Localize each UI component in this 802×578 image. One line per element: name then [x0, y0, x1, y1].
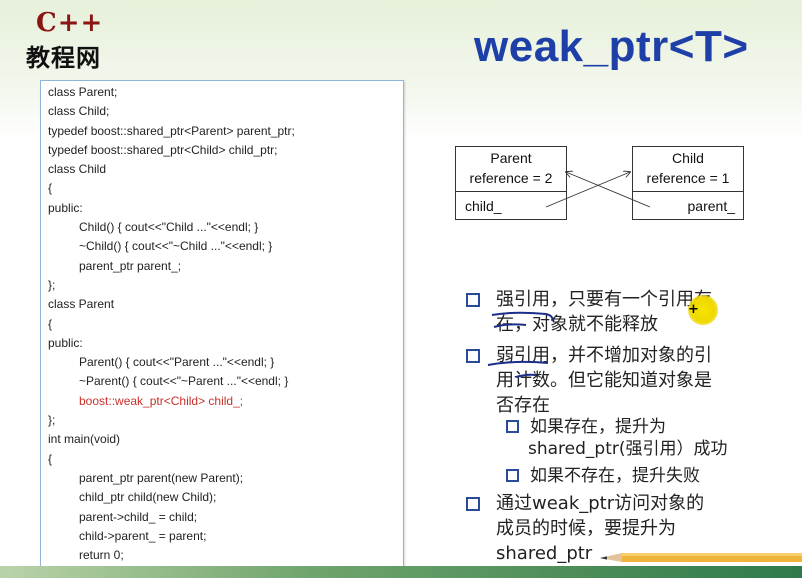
sub-bullet-exists-line1: 如果存在，提升为	[530, 417, 666, 437]
code-panel: class Parent;class Child;typedef boost::…	[40, 80, 404, 578]
code-line: class Child;	[48, 104, 110, 119]
parent-pointer-arrow	[566, 172, 651, 208]
code-listing: class Parent;class Child;typedef boost::…	[48, 83, 295, 578]
code-line: public:	[48, 335, 83, 350]
bullet-square-icon	[466, 293, 480, 307]
bullet-access-line2: 成员的时候，要提升为	[496, 518, 676, 539]
code-line: {	[48, 181, 53, 196]
code-line: };	[48, 413, 56, 428]
logo-site-name: 教程网	[26, 44, 101, 72]
slide: C++ 教程网 weak_ptr<T> class Parent;class C…	[0, 0, 802, 578]
bullet-access-line3: shared_ptr	[496, 543, 593, 564]
sub-bullet-square-icon	[506, 420, 519, 433]
sub-bullet-not-exists-text: 如果不存在，提升失败	[530, 466, 700, 486]
code-line: class Parent	[48, 297, 115, 312]
logo: C++ 教程网	[14, 8, 114, 72]
code-line: Child() { cout<<"Child ..."<<endl; }	[79, 220, 259, 235]
cursor-crosshair-icon: +	[688, 302, 699, 317]
bullet-square-icon	[466, 349, 480, 363]
code-line: parent_ptr parent_;	[79, 258, 182, 273]
bottom-decoration-strip	[0, 566, 802, 578]
code-line: ~Child() { cout<<"~Child ..."<<endl; }	[79, 239, 273, 254]
child-pointer-arrow	[545, 172, 630, 208]
code-line: {	[48, 316, 53, 331]
logo-cpp-text: C++	[36, 8, 104, 38]
code-line: ~Parent() { cout<<"~Parent ..."<<endl; }	[79, 374, 289, 389]
code-line: child_ptr child(new Child);	[79, 490, 217, 505]
code-line: return 0;	[79, 548, 124, 563]
bullet-access-line1: 通过weak_ptr访问对象的	[496, 493, 705, 514]
code-line: class Parent;	[48, 85, 118, 99]
pencil-icon	[600, 553, 802, 562]
bullet-square-icon	[466, 497, 480, 511]
sub-bullet-exists-line2: shared_ptr(强引用）成功	[528, 439, 728, 459]
code-line: typedef boost::shared_ptr<Parent> parent…	[48, 123, 295, 138]
ink-underline-marks	[487, 311, 554, 378]
code-line: typedef boost::shared_ptr<Child> child_p…	[48, 142, 278, 157]
code-line: };	[48, 277, 56, 292]
code-line: public:	[48, 200, 83, 215]
slide-title: weak_ptr<T>	[474, 22, 749, 71]
code-line: Parent() { cout<<"Parent ..."<<endl; }	[79, 355, 275, 370]
code-line: {	[48, 451, 53, 466]
sub-bullet-square-icon	[506, 469, 519, 482]
code-line: class Child	[48, 162, 107, 177]
code-line: parent_ptr parent(new Parent);	[79, 470, 244, 485]
bullet-weak-ref-line3: 否存在	[496, 395, 550, 416]
code-line: parent->child_ = child;	[79, 509, 198, 524]
code-line: int main(void)	[48, 432, 121, 447]
sub-bullet-exists: 如果存在，提升为 shared_ptr(强引用）成功	[506, 416, 766, 460]
sub-bullet-not-exists: 如果不存在，提升失败	[506, 465, 766, 487]
pointer-arrows	[545, 140, 651, 208]
code-line: boost::weak_ptr<Child> child_;	[79, 393, 244, 408]
code-line: child->parent_ = parent;	[79, 528, 207, 543]
